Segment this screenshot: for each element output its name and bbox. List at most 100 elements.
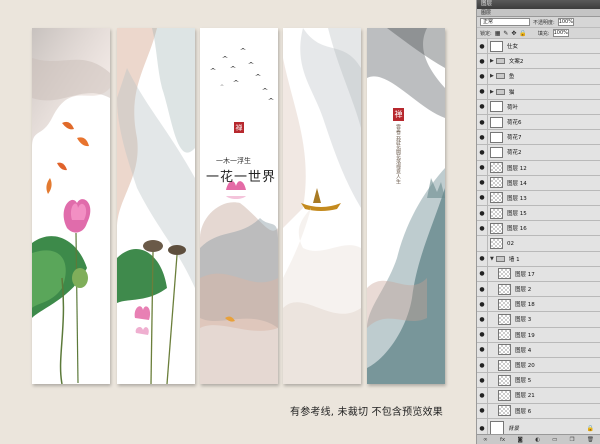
- visibility-eye-icon[interactable]: ●: [477, 388, 488, 403]
- layer-row[interactable]: ● 图层 4: [477, 342, 600, 358]
- layer-name: 图层 19: [515, 332, 535, 339]
- layer-row[interactable]: 02: [477, 236, 600, 252]
- visibility-eye-icon[interactable]: ●: [477, 39, 488, 54]
- visibility-eye-icon[interactable]: ●: [477, 130, 488, 145]
- layer-row[interactable]: ● 荷花6: [477, 114, 600, 131]
- visibility-eye-icon[interactable]: ●: [477, 99, 488, 114]
- layer-thumbnail: [490, 177, 503, 189]
- layer-row[interactable]: ● 图层 3: [477, 312, 600, 328]
- visibility-eye-icon[interactable]: [477, 236, 488, 251]
- visibility-eye-icon[interactable]: ●: [477, 327, 488, 342]
- visibility-eye-icon[interactable]: ●: [477, 69, 488, 84]
- visibility-eye-icon[interactable]: ●: [477, 114, 488, 130]
- layer-row[interactable]: ● ▶ 猫: [477, 84, 600, 100]
- visibility-eye-icon[interactable]: ●: [477, 342, 488, 357]
- link-icon[interactable]: ∞: [483, 437, 488, 443]
- layer-row[interactable]: ● 荷花7: [477, 130, 600, 146]
- lock-row: 锁定: ▦ ✎ ✥ 🔒 填充: 100%: [477, 28, 600, 39]
- folder-icon: [495, 73, 505, 80]
- trash-icon[interactable]: 🗑: [587, 437, 594, 443]
- layers-panel-title[interactable]: 图层: [477, 0, 600, 9]
- design-canvas: 禅 一木一浮生 一花一世界 禅 雲卷云舒花開花落禪意人生 有参考线, 未裁切 不…: [0, 0, 476, 444]
- layer-thumbnail: [490, 207, 503, 219]
- layer-name: 荷花7: [507, 135, 522, 142]
- lock-label: 锁定:: [480, 30, 492, 37]
- layer-name: 荷花2: [507, 150, 522, 157]
- vertical-poem: 雲卷云舒花開花落禪意人生: [395, 124, 401, 184]
- layer-row[interactable]: ● 图层 21: [477, 388, 600, 404]
- lock-move-icon[interactable]: ✥: [511, 30, 516, 37]
- visibility-eye-icon[interactable]: ●: [477, 145, 488, 160]
- visibility-eye-icon[interactable]: ●: [477, 373, 488, 388]
- layer-row[interactable]: ● ▶ 文案2: [477, 54, 600, 70]
- new-layer-icon[interactable]: ❐: [570, 437, 575, 443]
- visibility-eye-icon[interactable]: ●: [477, 251, 488, 266]
- visibility-eye-icon[interactable]: ●: [477, 190, 488, 206]
- layer-thumbnail: [490, 222, 503, 234]
- folder-icon: [495, 255, 505, 262]
- layer-thumbnail: [498, 313, 511, 325]
- layer-name: 背景: [508, 426, 520, 433]
- adjustment-icon[interactable]: ◐: [535, 437, 540, 443]
- visibility-eye-icon[interactable]: ●: [477, 312, 488, 327]
- group-expand-icon[interactable]: ▶: [490, 89, 494, 95]
- layer-row[interactable]: ● 图层 12: [477, 160, 600, 176]
- layer-thumbnail: [498, 374, 511, 386]
- blend-row: 正常 不透明度: 100%: [477, 17, 600, 28]
- visibility-eye-icon[interactable]: ●: [477, 357, 488, 373]
- lock-transparency-icon[interactable]: ▦: [495, 30, 501, 37]
- opacity-field[interactable]: 100%: [557, 18, 574, 26]
- lock-all-icon[interactable]: 🔒: [519, 30, 526, 37]
- visibility-eye-icon[interactable]: ●: [477, 282, 488, 297]
- visibility-eye-icon[interactable]: ●: [477, 418, 488, 434]
- visibility-eye-icon[interactable]: ●: [477, 160, 488, 175]
- layer-row[interactable]: ● 仕女: [477, 39, 600, 55]
- layer-name: 图层 14: [507, 180, 527, 187]
- visibility-eye-icon[interactable]: ●: [477, 84, 488, 99]
- group-expand-icon[interactable]: ▼: [490, 256, 494, 262]
- layer-thumbnail: [498, 283, 511, 295]
- mask-icon[interactable]: ◙: [517, 437, 522, 443]
- layer-name: 图层 18: [515, 302, 535, 309]
- layer-row[interactable]: ● ▼ 墙 1: [477, 251, 600, 267]
- layers-tab[interactable]: 图层: [477, 9, 600, 17]
- visibility-eye-icon[interactable]: ●: [477, 54, 488, 69]
- boat-landscape-artwork: [283, 28, 361, 384]
- layer-row[interactable]: ● 图层 18: [477, 297, 600, 313]
- visibility-eye-icon[interactable]: ●: [477, 175, 488, 190]
- layer-row[interactable]: ● 图层 20: [477, 357, 600, 374]
- visibility-eye-icon[interactable]: ●: [477, 266, 488, 281]
- layer-row[interactable]: ● 图层 6: [477, 403, 600, 419]
- group-expand-icon[interactable]: ▶: [490, 73, 494, 79]
- layer-row[interactable]: ● 图层 17: [477, 266, 600, 282]
- layer-thumbnail: [490, 421, 504, 434]
- layer-row[interactable]: ● 图层 13: [477, 190, 600, 207]
- layer-row[interactable]: ● 荷叶: [477, 99, 600, 115]
- art-panel-3: 禅 一木一浮生 一花一世界: [200, 28, 278, 384]
- layer-row[interactable]: ● 图层 14: [477, 175, 600, 191]
- folder-icon[interactable]: ▭: [552, 437, 557, 443]
- layer-row[interactable]: ● 图层 16: [477, 221, 600, 237]
- layer-row[interactable]: ● ▶ 鱼: [477, 69, 600, 85]
- layer-row[interactable]: ● 背景 🔒: [477, 418, 600, 434]
- layer-row[interactable]: ● 图层 19: [477, 327, 600, 343]
- group-expand-icon[interactable]: ▶: [490, 58, 494, 64]
- blend-mode-dropdown[interactable]: 正常: [480, 18, 530, 26]
- mountain-landscape-artwork: [367, 28, 445, 384]
- layer-row[interactable]: ● 图层 15: [477, 206, 600, 222]
- fx-icon[interactable]: fx: [500, 437, 505, 443]
- layer-name: 图层 21: [515, 393, 535, 400]
- seal-stamp-zen: 禅: [393, 108, 404, 121]
- layer-row[interactable]: ● 图层 2: [477, 282, 600, 298]
- visibility-eye-icon[interactable]: ●: [477, 206, 488, 221]
- layer-row[interactable]: ● 图层 5: [477, 373, 600, 389]
- visibility-eye-icon[interactable]: ●: [477, 403, 488, 418]
- layer-row[interactable]: ● 荷花2: [477, 145, 600, 161]
- visibility-eye-icon[interactable]: ●: [477, 221, 488, 236]
- layer-thumbnail: [490, 131, 503, 143]
- layer-name: 鱼: [508, 74, 515, 81]
- lock-brush-icon[interactable]: ✎: [503, 30, 508, 37]
- fill-field[interactable]: 100%: [552, 29, 569, 37]
- layer-name: 图层 15: [507, 211, 527, 218]
- visibility-eye-icon[interactable]: ●: [477, 297, 488, 312]
